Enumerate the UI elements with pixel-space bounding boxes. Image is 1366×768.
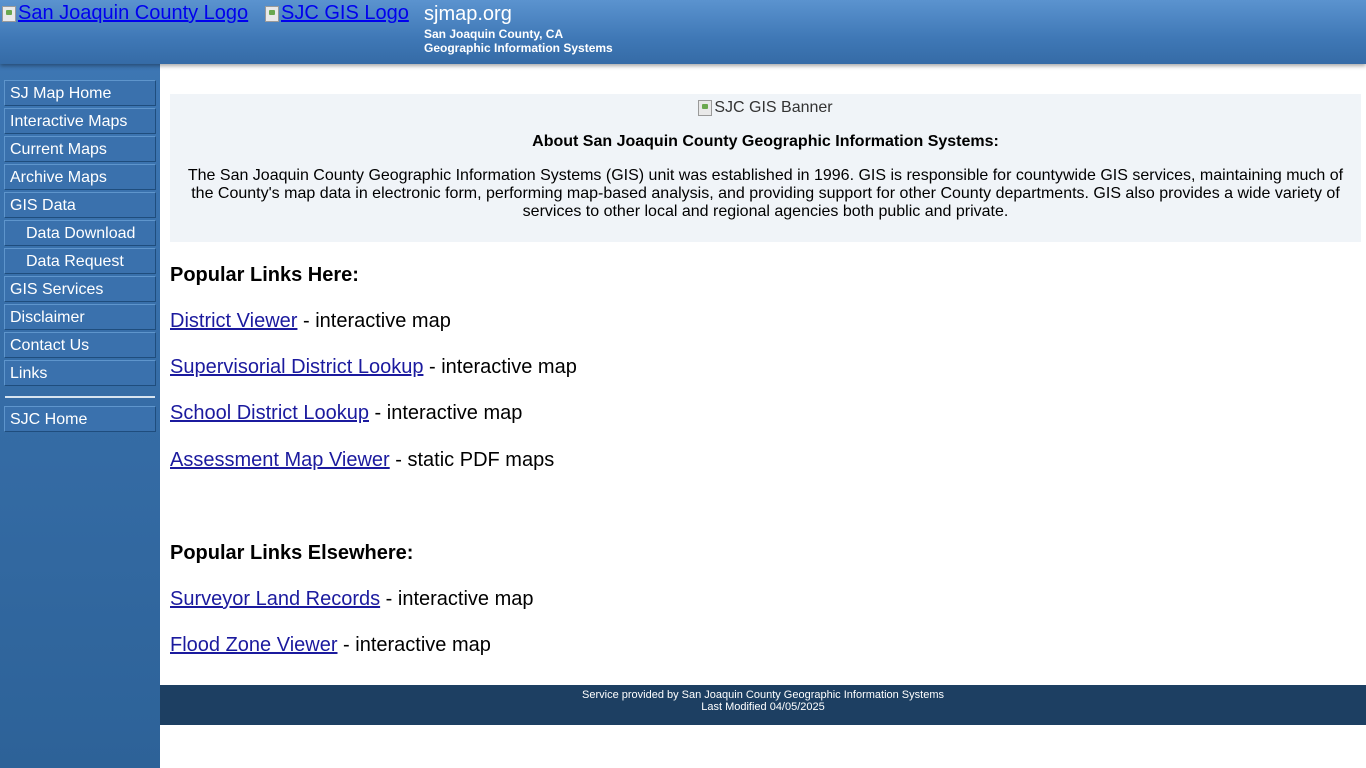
link-description: - static PDF maps <box>389 449 555 471</box>
broken-image-icon <box>265 5 279 22</box>
banner-image: SJC GIS Banner <box>170 99 1361 121</box>
list-item: Flood Zone Viewer - interactive map <box>170 634 491 657</box>
popular-links-elsewhere-heading: Popular Links Elsewhere: <box>170 542 414 564</box>
county-logo-alt: San Joaquin County Logo <box>18 2 249 24</box>
sidebar-item-gis-data[interactable]: GIS Data <box>4 192 156 218</box>
broken-image-icon <box>698 100 713 116</box>
about-section: SJC GIS Banner About San Joaquin County … <box>170 94 1361 242</box>
sidebar-nav: SJ Map Home Interactive Maps Current Map… <box>0 64 160 768</box>
site-title: sjmap.org <box>424 3 512 25</box>
assessment-map-viewer-link[interactable]: Assessment Map Viewer <box>170 449 390 471</box>
footer-service-text: Service provided by San Joaquin County G… <box>582 689 944 701</box>
sidebar-item-gis-services[interactable]: GIS Services <box>4 276 156 302</box>
footer-last-modified: Last Modified 04/05/2025 <box>701 701 825 713</box>
link-description: - interactive map <box>297 310 451 332</box>
about-heading: About San Joaquin County Geographic Info… <box>532 133 999 150</box>
link-description: - interactive map <box>368 402 523 424</box>
site-subtitle-location: San Joaquin County, CA <box>424 27 564 41</box>
sidebar-item-data-download[interactable]: Data Download <box>4 220 156 246</box>
sidebar-item-sj-map-home[interactable]: SJ Map Home <box>4 80 156 106</box>
list-item: Assessment Map Viewer - static PDF maps <box>170 449 554 472</box>
sidebar-item-current-maps[interactable]: Current Maps <box>4 136 156 162</box>
gis-logo-alt: SJC GIS Logo <box>281 2 409 24</box>
list-item: School District Lookup - interactive map <box>170 402 522 425</box>
supervisorial-district-lookup-link[interactable]: Supervisorial District Lookup <box>170 356 423 378</box>
sidebar-item-archive-maps[interactable]: Archive Maps <box>4 164 156 190</box>
sidebar-item-interactive-maps[interactable]: Interactive Maps <box>4 108 156 134</box>
list-item: Surveyor Land Records - interactive map <box>170 588 534 611</box>
site-footer: Service provided by San Joaquin County G… <box>160 685 1366 725</box>
district-viewer-link[interactable]: District Viewer <box>170 310 297 332</box>
sidebar-item-links[interactable]: Links <box>4 360 156 386</box>
sidebar-item-sjc-home[interactable]: SJC Home <box>4 406 156 432</box>
county-logo-link[interactable]: San Joaquin County Logo <box>2 2 248 25</box>
sidebar-item-data-request[interactable]: Data Request <box>4 248 156 274</box>
school-district-lookup-link[interactable]: School District Lookup <box>170 402 369 424</box>
list-item: District Viewer - interactive map <box>170 310 451 333</box>
surveyor-land-records-link[interactable]: Surveyor Land Records <box>170 588 380 610</box>
site-subtitle-department: Geographic Information Systems <box>424 41 613 55</box>
list-item: Supervisorial District Lookup - interact… <box>170 356 577 379</box>
flood-zone-viewer-link[interactable]: Flood Zone Viewer <box>170 634 338 656</box>
sidebar-item-contact-us[interactable]: Contact Us <box>4 332 156 358</box>
link-description: - interactive map <box>380 588 534 610</box>
main-content: SJC GIS Banner About San Joaquin County … <box>160 64 1366 768</box>
popular-links-here-heading: Popular Links Here: <box>170 264 359 286</box>
sidebar-item-disclaimer[interactable]: Disclaimer <box>4 304 156 330</box>
about-description: The San Joaquin County Geographic Inform… <box>187 167 1344 220</box>
sidebar-divider <box>5 396 155 398</box>
gis-logo-link[interactable]: SJC GIS Logo <box>265 2 409 25</box>
site-header: San Joaquin County Logo SJC GIS Logo sjm… <box>0 0 1366 64</box>
banner-alt-text: SJC GIS Banner <box>714 99 833 116</box>
link-description: - interactive map <box>337 634 491 656</box>
link-description: - interactive map <box>423 356 577 378</box>
broken-image-icon <box>2 5 16 22</box>
